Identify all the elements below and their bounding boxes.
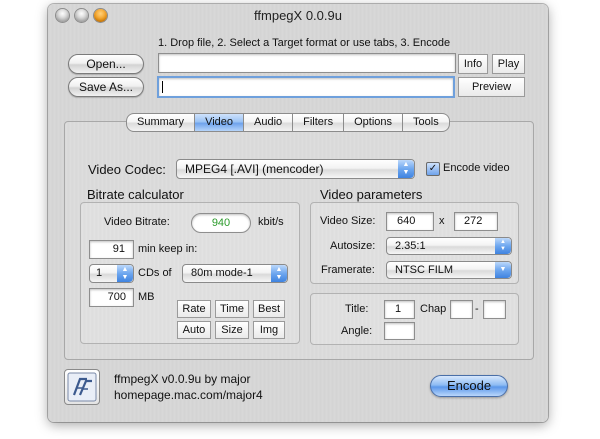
encode-video-label: Encode video [443, 162, 510, 174]
tab-bar: Summary Video Audio Filters Options Tool… [126, 113, 450, 132]
rate-button[interactable]: Rate [177, 300, 211, 318]
video-codec-popup[interactable]: MPEG4 [.AVI] (mencoder) ▲ ▼ [176, 159, 415, 179]
popup-arrows-icon: ▲ ▼ [271, 265, 287, 282]
framerate-popup[interactable]: NTSC FILM ▼ [386, 261, 512, 279]
bitrate-unit-label: kbit/s [258, 216, 284, 228]
popup-arrow-down-icon: ▼ [495, 262, 511, 278]
video-bitrate-label: Video Bitrate: [104, 216, 170, 228]
video-params-group: Video Size: 640 x 272 Autosize: 2.35:1 ▲… [310, 202, 519, 284]
chap-from-field[interactable] [450, 300, 473, 319]
save-as-button[interactable]: Save As... [68, 77, 144, 97]
encode-button[interactable]: Encode [430, 375, 508, 397]
ffmpegx-logo-icon [64, 369, 100, 405]
encode-video-checkbox[interactable]: ✓ [426, 162, 440, 176]
mb-field[interactable]: 700 [89, 288, 134, 307]
angle-label: Angle: [341, 325, 373, 337]
chap-to-field[interactable] [483, 300, 506, 319]
minutes-label: min keep in: [138, 243, 198, 255]
homepage-url-text: homepage.mac.com/major4 [114, 388, 263, 402]
cd-type-popup[interactable]: 80m mode-1 ▲ ▼ [182, 264, 288, 283]
tab-summary[interactable]: Summary [126, 113, 196, 132]
title-bar[interactable]: ffmpegX 0.0.9u [48, 4, 548, 26]
tab-filters[interactable]: Filters [293, 113, 345, 132]
instructions-text: 1. Drop file, 2. Select a Target format … [158, 37, 451, 49]
window-title: ffmpegX 0.0.9u [254, 8, 342, 23]
framerate-label: Framerate: [321, 264, 375, 276]
bitrate-group: Video Bitrate: 940 kbit/s 91 min keep in… [80, 202, 300, 344]
cds-count-popup[interactable]: 1 ▲ ▼ [89, 264, 134, 283]
video-width-field[interactable]: 640 [386, 212, 434, 231]
angle-field[interactable] [384, 322, 415, 340]
tab-video[interactable]: Video [195, 113, 244, 132]
autosize-popup[interactable]: 2.35:1 ▲ ▼ [386, 237, 512, 255]
time-button[interactable]: Time [215, 300, 249, 318]
size-button[interactable]: Size [215, 321, 249, 339]
open-path-field[interactable] [158, 53, 456, 73]
size-x-label: x [439, 215, 445, 227]
preview-button[interactable]: Preview [458, 77, 525, 97]
chap-label: Chap [420, 303, 447, 315]
img-button[interactable]: Img [253, 321, 285, 339]
autosize-label: Autosize: [330, 240, 376, 252]
popup-arrows-icon: ▲ ▼ [398, 160, 414, 178]
title-field[interactable]: 1 [384, 300, 415, 319]
tab-tools[interactable]: Tools [403, 113, 450, 132]
video-size-label: Video Size: [320, 215, 376, 227]
minutes-field[interactable]: 91 [89, 240, 134, 259]
auto-button[interactable]: Auto [177, 321, 211, 339]
chap-dash-label: - [475, 303, 479, 315]
info-button[interactable]: Info [458, 54, 488, 74]
cds-label: CDs of [138, 267, 172, 279]
tab-options[interactable]: Options [344, 113, 404, 132]
save-path-field[interactable] [157, 76, 455, 98]
bitrate-section-title: Bitrate calculator [87, 187, 184, 202]
play-button[interactable]: Play [492, 54, 525, 74]
open-button[interactable]: Open... [68, 54, 144, 74]
popup-arrows-icon: ▲ ▼ [117, 265, 133, 282]
title-label: Title: [345, 303, 369, 315]
mb-label: MB [138, 291, 155, 303]
video-codec-label: Video Codec: [88, 162, 166, 177]
main-window: ffmpegX 0.0.9u 1. Drop file, 2. Select a… [48, 4, 548, 422]
tab-panel: Video Codec: MPEG4 [.AVI] (mencoder) ▲ ▼ … [64, 121, 534, 360]
title-chapter-group: Title: 1 Chap - Angle: [310, 293, 519, 345]
popup-arrows-icon: ▲ ▼ [495, 238, 511, 254]
best-button[interactable]: Best [253, 300, 285, 318]
text-cursor [162, 81, 163, 93]
app-version-text: ffmpegX v0.0.9u by major [114, 372, 251, 386]
tab-audio[interactable]: Audio [244, 113, 294, 132]
video-height-field[interactable]: 272 [454, 212, 498, 231]
video-params-section-title: Video parameters [320, 187, 423, 202]
video-bitrate-field[interactable]: 940 [191, 213, 251, 233]
